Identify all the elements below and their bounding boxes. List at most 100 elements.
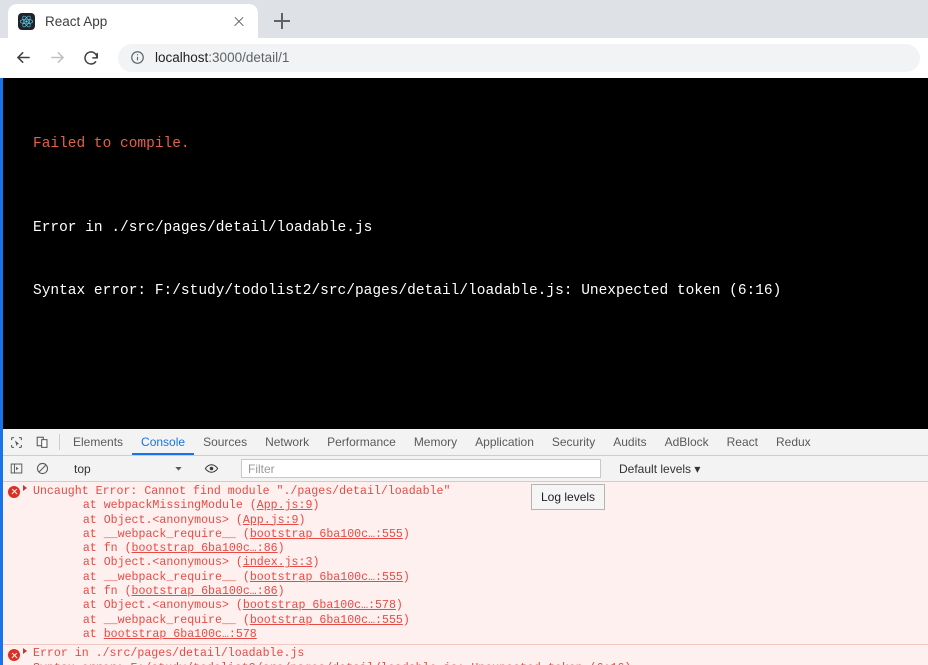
stack-frame: at __webpack_require__ (bootstrap 6ba100… — [25, 614, 928, 628]
stack-frame: at Object.<anonymous> (index.js:3) — [25, 556, 928, 570]
stack-frame: at fn (bootstrap 6ba100c…:86) — [25, 585, 928, 599]
tab-react[interactable]: React — [718, 429, 767, 455]
stack-frame-link[interactable]: bootstrap 6ba100c…:555 — [250, 571, 403, 584]
stack-frame-link[interactable]: App.js:9 — [243, 514, 299, 527]
tab-application[interactable]: Application — [466, 429, 543, 455]
stack-frame-text: at __webpack_require__ ( — [55, 527, 250, 541]
compile-error-overlay: Failed to compile. Error in ./src/pages/… — [0, 78, 928, 429]
stack-frame: at fn (bootstrap 6ba100c…:86) — [25, 542, 928, 556]
stack-frame-tail: ) — [402, 570, 410, 584]
error-title: Failed to compile. — [33, 136, 190, 152]
log-levels-select[interactable]: Default levels ▾ — [609, 462, 710, 476]
stack-frame-link[interactable]: App.js:9 — [257, 499, 313, 512]
stack-frame-tail: ) — [402, 527, 410, 541]
stack-frame-link[interactable]: index.js:3 — [243, 556, 313, 569]
back-arrow-icon[interactable] — [8, 43, 38, 73]
browser-window: React App localhost:3000/detail/1 — [0, 0, 928, 78]
console-message-header: Uncaught Error: Cannot find module "./pa… — [33, 485, 451, 498]
stack-frame-tail: ) — [395, 599, 403, 613]
error-icon — [8, 486, 20, 498]
devtools-panel: Elements Console Sources Network Perform… — [0, 429, 928, 665]
tab-console[interactable]: Console — [132, 429, 194, 455]
console-message: Uncaught Error: Cannot find module "./pa… — [3, 482, 928, 644]
stack-frame-link[interactable]: bootstrap 6ba100c…:578 — [104, 628, 257, 641]
stack-frame-text: at Object.<anonymous> ( — [55, 556, 243, 570]
stack-frame-tail: ) — [277, 542, 285, 556]
info-circle-icon[interactable] — [130, 50, 145, 65]
tab-redux[interactable]: Redux — [767, 429, 820, 455]
tab-sources[interactable]: Sources — [194, 429, 256, 455]
stack-frame: at bootstrap 6ba100c…:578 — [25, 628, 928, 642]
forward-arrow-icon — [42, 43, 72, 73]
react-logo-icon — [18, 12, 35, 30]
stack-frame-tail: ) — [298, 513, 306, 527]
stack-frame-tail: ) — [277, 585, 285, 599]
console-output: Uncaught Error: Cannot find module "./pa… — [3, 482, 928, 665]
filter-input[interactable]: Filter — [241, 459, 601, 478]
tab-network[interactable]: Network — [256, 429, 318, 455]
live-expression-eye-icon[interactable] — [198, 461, 224, 476]
stack-frame-link[interactable]: bootstrap 6ba100c…:86 — [132, 542, 278, 555]
stack-frame-tail: ) — [402, 613, 410, 627]
stack-frame-text: at __webpack_require__ ( — [55, 613, 250, 627]
stack-frame-link[interactable]: bootstrap 6ba100c…:555 — [250, 614, 403, 627]
error-file-line: Error in ./src/pages/detail/loadable.js — [33, 220, 373, 236]
stack-frame-link[interactable]: bootstrap 6ba100c…:555 — [250, 528, 403, 541]
error-text-block: Failed to compile. Error in ./src/pages/… — [3, 78, 928, 429]
error-syntax-line: Syntax error: F:/study/todolist2/src/pag… — [33, 283, 782, 299]
stack-frame-text: at Object.<anonymous> ( — [55, 513, 243, 527]
tab-adblock[interactable]: AdBlock — [656, 429, 718, 455]
tab-strip: React App — [0, 0, 928, 38]
stack-frame-tail: ) — [312, 556, 320, 570]
log-levels-value: Default levels — [619, 461, 692, 476]
tab-audits[interactable]: Audits — [604, 429, 655, 455]
tab-performance[interactable]: Performance — [318, 429, 405, 455]
console-message-detail: Syntax error: F:/study/todolist2/src/pag… — [25, 662, 928, 665]
expand-arrow-icon[interactable] — [23, 648, 27, 655]
chevron-down-icon — [174, 462, 183, 476]
filter-placeholder: Filter — [248, 461, 275, 476]
stack-frame-text: at fn ( — [55, 585, 132, 599]
inspect-element-icon[interactable] — [3, 429, 29, 455]
stack-frame-text: at webpackMissingModule ( — [55, 499, 257, 513]
execution-context-value: top — [74, 461, 91, 476]
address-bar[interactable]: localhost:3000/detail/1 — [118, 43, 920, 72]
stack-frame: at __webpack_require__ (bootstrap 6ba100… — [25, 528, 928, 542]
stack-frame: at webpackMissingModule (App.js:9) — [25, 499, 928, 513]
new-tab-icon[interactable] — [268, 7, 296, 35]
stack-frame-text: at __webpack_require__ ( — [55, 570, 250, 584]
stack-frame-text: at fn ( — [55, 542, 132, 556]
stack-frame-link[interactable]: bootstrap 6ba100c…:86 — [132, 585, 278, 598]
toolbar-divider — [59, 434, 60, 450]
tab-memory[interactable]: Memory — [405, 429, 466, 455]
url-path: :3000/detail/1 — [208, 50, 290, 65]
stack-frame-link[interactable]: bootstrap 6ba100c…:578 — [243, 599, 396, 612]
stack-frame: at Object.<anonymous> (bootstrap 6ba100c… — [25, 599, 928, 613]
address-bar-url: localhost:3000/detail/1 — [155, 50, 289, 65]
stack-frame-text: at — [55, 627, 104, 641]
device-toolbar-icon[interactable] — [29, 429, 55, 455]
devtools-tabbar: Elements Console Sources Network Perform… — [3, 429, 928, 456]
log-levels-tooltip: Log levels — [531, 484, 606, 510]
expand-arrow-icon[interactable] — [23, 485, 27, 491]
clear-console-icon[interactable] — [29, 462, 55, 475]
url-host: localhost — [155, 50, 209, 65]
stack-frame-tail: ) — [312, 499, 320, 513]
error-icon — [8, 649, 20, 662]
stack-frame-text: at Object.<anonymous> ( — [55, 599, 243, 613]
stack-frame: at __webpack_require__ (bootstrap 6ba100… — [25, 571, 928, 585]
navigation-bar: localhost:3000/detail/1 — [0, 38, 928, 78]
console-message-header: Error in ./src/pages/detail/loadable.js — [33, 647, 305, 661]
tab-title: React App — [45, 13, 108, 29]
console-sidebar-icon[interactable] — [3, 462, 29, 475]
stack-frame: at Object.<anonymous> (App.js:9) — [25, 514, 928, 528]
tab-security[interactable]: Security — [543, 429, 604, 455]
browser-tab[interactable]: React App — [8, 4, 258, 38]
code-frame: 4| 5| const LoadableComponent = Loadable… — [33, 387, 928, 429]
execution-context-select[interactable]: top — [64, 462, 189, 476]
close-icon[interactable] — [230, 12, 248, 30]
reload-icon[interactable] — [76, 43, 106, 73]
console-message: Error in ./src/pages/detail/loadable.js … — [3, 644, 928, 665]
tab-elements[interactable]: Elements — [64, 429, 132, 455]
console-filter-bar: top Filter Default levels ▾ Log levels — [3, 456, 928, 510]
